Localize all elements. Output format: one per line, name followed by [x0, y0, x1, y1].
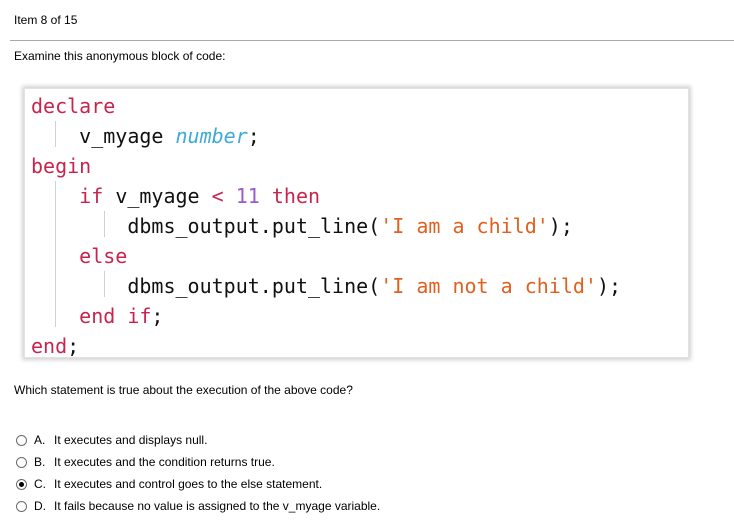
code-punctuation: ; [151, 304, 164, 328]
code-number: 11 [235, 184, 260, 208]
code-punctuation: ); [548, 214, 573, 238]
code-punctuation: ( [368, 274, 381, 298]
option-b[interactable]: B. It executes and the condition returns… [16, 451, 380, 473]
code-punctuation: ; [67, 334, 80, 358]
code-identifier: v_myage [115, 184, 200, 208]
option-d[interactable]: D. It fails because no value is assigned… [16, 495, 380, 517]
code-keyword: end if [79, 304, 152, 328]
radio-button[interactable] [16, 456, 27, 468]
code-punctuation: ; [247, 124, 260, 148]
option-text: It fails because no value is assigned to… [54, 499, 381, 513]
code-call: dbms_output.put_line [127, 214, 369, 238]
code-block: declare v_myage number; begin if v_myage… [24, 88, 689, 358]
code-keyword: begin [31, 154, 92, 178]
option-text: It executes and control goes to the else… [54, 477, 323, 491]
radio-button-selected[interactable] [16, 478, 27, 490]
code-keyword: if [79, 184, 104, 208]
option-letter: D. [34, 499, 46, 513]
code-keyword: end [31, 334, 68, 358]
code-punctuation: ); [596, 274, 622, 298]
code-type: number [175, 124, 248, 148]
item-counter: Item 8 of 15 [14, 13, 78, 27]
code-keyword: then [271, 184, 321, 208]
code-string: 'I am a child' [380, 214, 549, 238]
code-keyword: else [79, 244, 128, 268]
question-text: Which statement is true about the execut… [14, 383, 353, 397]
answer-options: A. It executes and displays null. B. It … [16, 429, 380, 517]
divider [10, 40, 734, 41]
option-letter: B. [34, 455, 46, 469]
code-identifier: v_myage [79, 124, 164, 148]
radio-button[interactable] [16, 500, 27, 512]
radio-button[interactable] [16, 434, 27, 446]
option-c[interactable]: C. It executes and control goes to the e… [16, 473, 380, 495]
question-prompt: Examine this anonymous block of code: [14, 49, 226, 63]
option-letter: C. [34, 477, 46, 491]
code-call: dbms_output.put_line [127, 274, 369, 298]
code-operator: < [211, 184, 224, 208]
option-text: It executes and displays null. [54, 433, 208, 447]
code-keyword: declare [31, 94, 116, 118]
code-string: 'I am not a child' [380, 274, 597, 298]
option-text: It executes and the condition returns tr… [54, 455, 275, 469]
option-a[interactable]: A. It executes and displays null. [16, 429, 380, 451]
code-punctuation: ( [368, 214, 381, 238]
option-letter: A. [34, 433, 46, 447]
code-text: declare v_myage number; begin if v_myage… [31, 91, 621, 361]
